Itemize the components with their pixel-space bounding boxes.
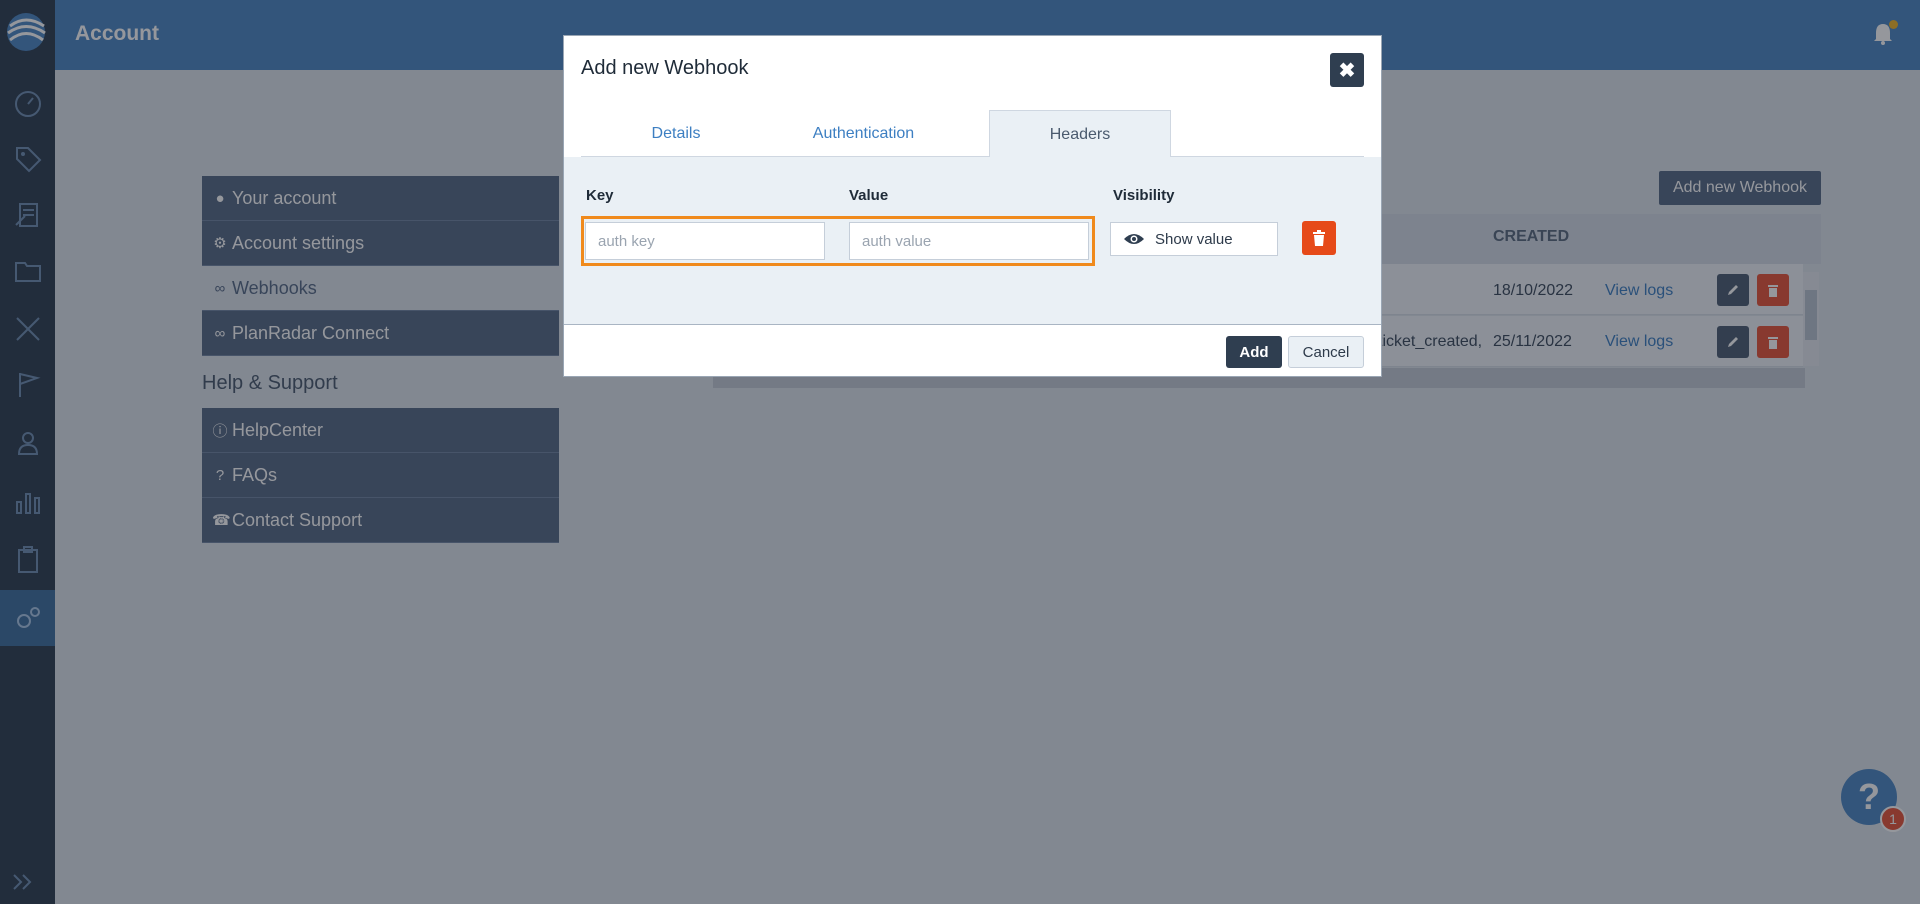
header-value-input[interactable]	[849, 222, 1089, 260]
close-icon: ✖	[1338, 59, 1356, 82]
eye-icon	[1124, 234, 1144, 244]
add-webhook-modal: Add new Webhook ✖ Details Authentication…	[563, 35, 1382, 377]
cancel-button[interactable]: Cancel	[1288, 336, 1364, 368]
modal-title: Add new Webhook	[581, 57, 749, 79]
trash-icon	[1313, 230, 1325, 246]
key-column-label: Key	[586, 187, 614, 204]
tab-headers[interactable]: Headers	[989, 110, 1171, 158]
visibility-column-label: Visibility	[1113, 187, 1175, 204]
add-button[interactable]: Add	[1226, 336, 1282, 368]
header-key-input[interactable]	[585, 222, 825, 260]
show-value-button[interactable]: Show value	[1110, 222, 1278, 256]
show-value-label: Show value	[1155, 230, 1233, 248]
value-column-label: Value	[849, 187, 889, 204]
tab-details[interactable]: Details	[601, 110, 751, 157]
modal-tabs: Details Authentication Headers	[581, 110, 1364, 158]
headers-tab-panel: Key Value Visibility Show value	[564, 157, 1381, 325]
tab-authentication[interactable]: Authentication	[771, 110, 956, 157]
close-modal-button[interactable]: ✖	[1330, 53, 1364, 87]
delete-header-button[interactable]	[1302, 221, 1336, 255]
